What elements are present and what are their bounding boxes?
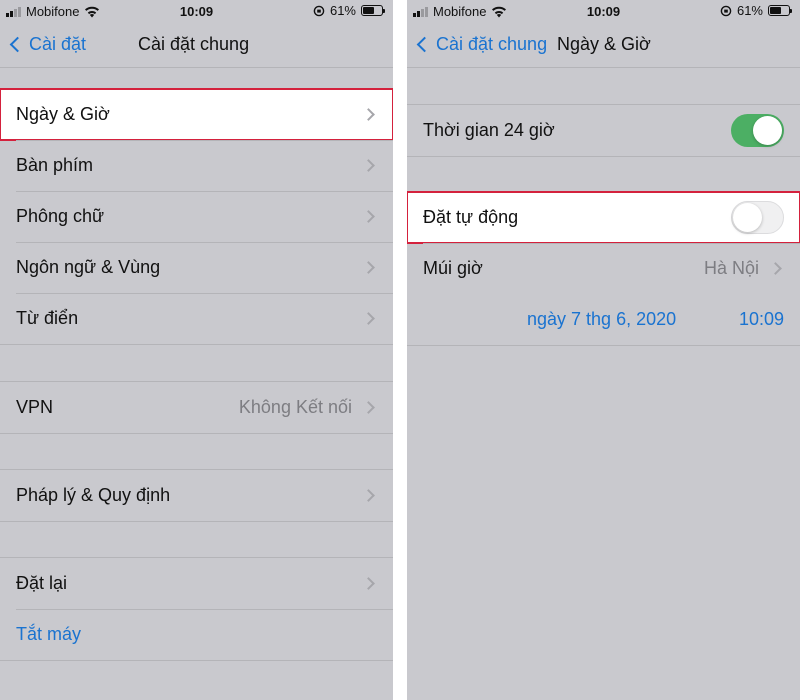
chevron-right-icon (362, 210, 375, 223)
chevron-right-icon (362, 312, 375, 325)
nav-bar: Cài đặt Cài đặt chung (0, 24, 393, 68)
row-legal[interactable]: Pháp lý & Quy định (0, 470, 393, 521)
row-label: Pháp lý & Quy định (16, 485, 171, 505)
row-keyboard[interactable]: Bàn phím (0, 140, 393, 191)
date-value[interactable]: ngày 7 thg 6, 2020 (527, 309, 676, 330)
settings-group-reset: Đặt lại Tắt máy (0, 557, 393, 661)
settings-group-main: Ngày & Giờ Bàn phím Phông chữ Ngôn ngữ &… (0, 88, 393, 345)
battery-icon (361, 5, 385, 16)
settings-group-auto: Đặt tự động Múi giờ Hà Nội ngày 7 thg 6,… (407, 191, 800, 346)
chevron-left-icon (416, 36, 433, 53)
row-24-hour-time: Thời gian 24 giờ (407, 105, 800, 156)
page-title: Ngày & Giờ (557, 34, 651, 54)
chevron-left-icon (9, 36, 26, 53)
row-timezone[interactable]: Múi giờ Hà Nội (407, 243, 800, 294)
settings-group-legal: Pháp lý & Quy định (0, 469, 393, 522)
battery-icon (768, 5, 792, 16)
row-label: Thời gian 24 giờ (423, 120, 555, 140)
row-set-automatically: Đặt tự động (407, 191, 800, 244)
row-label: Bàn phím (16, 155, 94, 175)
row-date-time[interactable]: Ngày & Giờ (0, 88, 393, 141)
timezone-value: Hà Nội (703, 258, 759, 278)
row-shutdown[interactable]: Tắt máy (0, 609, 393, 660)
orientation-lock-icon (720, 5, 732, 16)
chevron-right-icon (362, 401, 375, 414)
shutdown-label: Tắt máy (16, 624, 82, 644)
row-reset[interactable]: Đặt lại (0, 558, 393, 609)
settings-group-vpn: VPN Không Kết nối (0, 381, 393, 434)
row-fonts[interactable]: Phông chữ (0, 191, 393, 242)
chevron-right-icon (362, 159, 375, 172)
row-label: Từ điển (16, 308, 79, 328)
row-dictionary[interactable]: Từ điển (0, 293, 393, 344)
row-date-time-picker[interactable]: ngày 7 thg 6, 2020 10:09 (407, 294, 800, 345)
battery-percent: 61% (329, 3, 356, 18)
row-vpn[interactable]: VPN Không Kết nối (0, 382, 393, 433)
row-label: Phông chữ (16, 206, 105, 226)
back-button[interactable]: Cài đặt chung (415, 34, 547, 55)
status-bar: Mobifone 10:09 61% (407, 0, 800, 24)
row-label: Đặt tự động (423, 207, 519, 227)
row-label: Múi giờ (423, 258, 483, 278)
battery-percent: 61% (736, 3, 763, 18)
status-bar: Mobifone 10:09 61% (0, 0, 393, 24)
chevron-right-icon (362, 577, 375, 590)
vpn-status: Không Kết nối (238, 397, 352, 417)
row-label: Ngôn ngữ & Vùng (16, 257, 161, 277)
general-settings-screen: Mobifone 10:09 61% Cài đặt Cài đặt chung… (0, 0, 393, 700)
chevron-right-icon (769, 262, 782, 275)
row-label: Đặt lại (16, 573, 68, 593)
back-label: Cài đặt chung (436, 34, 548, 54)
settings-group-24h: Thời gian 24 giờ (407, 104, 800, 157)
row-label: VPN (16, 397, 54, 417)
toggle-24-hour[interactable] (731, 114, 784, 147)
chevron-right-icon (362, 108, 375, 121)
chevron-right-icon (362, 489, 375, 502)
chevron-right-icon (362, 261, 375, 274)
back-label: Cài đặt (29, 34, 87, 54)
back-button[interactable]: Cài đặt (8, 34, 86, 55)
orientation-lock-icon (313, 5, 325, 16)
page-title: Cài đặt chung (138, 34, 250, 54)
row-label: Ngày & Giờ (16, 104, 110, 124)
nav-bar: Cài đặt chung Ngày & Giờ (407, 24, 800, 68)
time-value[interactable]: 10:09 (739, 309, 784, 330)
toggle-set-automatically[interactable] (731, 201, 784, 234)
row-language-region[interactable]: Ngôn ngữ & Vùng (0, 242, 393, 293)
date-time-screen: Mobifone 10:09 61% Cài đặt chung Ngày & … (407, 0, 800, 700)
